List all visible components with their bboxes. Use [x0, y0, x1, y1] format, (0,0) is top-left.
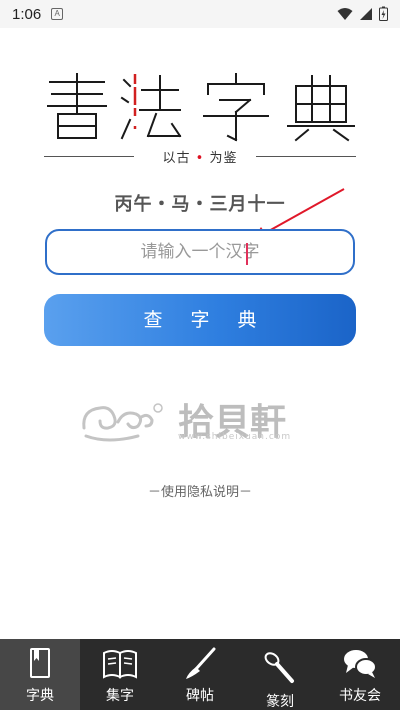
nav-item-dictionary[interactable]: 字典 [0, 639, 80, 710]
open-book-icon [103, 650, 137, 679]
nav-label: 集字 [106, 688, 134, 704]
notification-icon: A [51, 8, 64, 20]
nav-label: 字典 [26, 688, 54, 704]
nav-label: 碑帖 [186, 688, 214, 704]
tagline-right: 为鉴 [209, 151, 238, 166]
calligraphy-logo-icon [47, 73, 355, 142]
divider-right [256, 156, 356, 157]
nav-label: 篆刻 [266, 694, 294, 710]
nav-item-rubbings[interactable]: 碑帖 [160, 639, 240, 710]
tagline-left: 以古 [162, 151, 191, 166]
brand-logo: 拾貝軒 [78, 392, 328, 452]
search-input[interactable] [47, 231, 353, 273]
app-logo [44, 72, 356, 142]
privacy-policy-link[interactable]: －使用隐私说明－ [0, 481, 400, 500]
chat-bubbles-icon [344, 650, 377, 678]
lookup-dictionary-button[interactable]: 查字典 [44, 294, 356, 346]
status-bar: 1:06 A [0, 0, 400, 28]
nav-label: 书友会 [339, 688, 381, 704]
wifi-icon [337, 7, 353, 20]
nav-item-forum[interactable]: 书友会 [320, 639, 400, 710]
book-icon [30, 648, 50, 678]
bottom-navigation: 字典 集字 碑帖 篆刻 书友会 [0, 639, 400, 710]
tagline-dot: • [195, 151, 205, 166]
status-time: 1:06 [12, 5, 42, 23]
carving-knife-icon [264, 652, 294, 683]
tagline-row: 以古 • 为鉴 [44, 146, 356, 166]
status-icons [337, 6, 388, 21]
nav-item-seal-carving[interactable]: 篆刻 [240, 639, 320, 710]
brush-icon [186, 647, 216, 679]
brand-url: www.shibeixuan.com [178, 432, 292, 442]
search-box[interactable] [45, 229, 355, 275]
battery-icon [379, 6, 388, 21]
nav-item-collect-chars[interactable]: 集字 [80, 639, 160, 710]
cloud-seal-logo-icon: 拾貝軒 [82, 401, 286, 443]
signal-icon [360, 7, 372, 20]
text-cursor [246, 243, 248, 265]
